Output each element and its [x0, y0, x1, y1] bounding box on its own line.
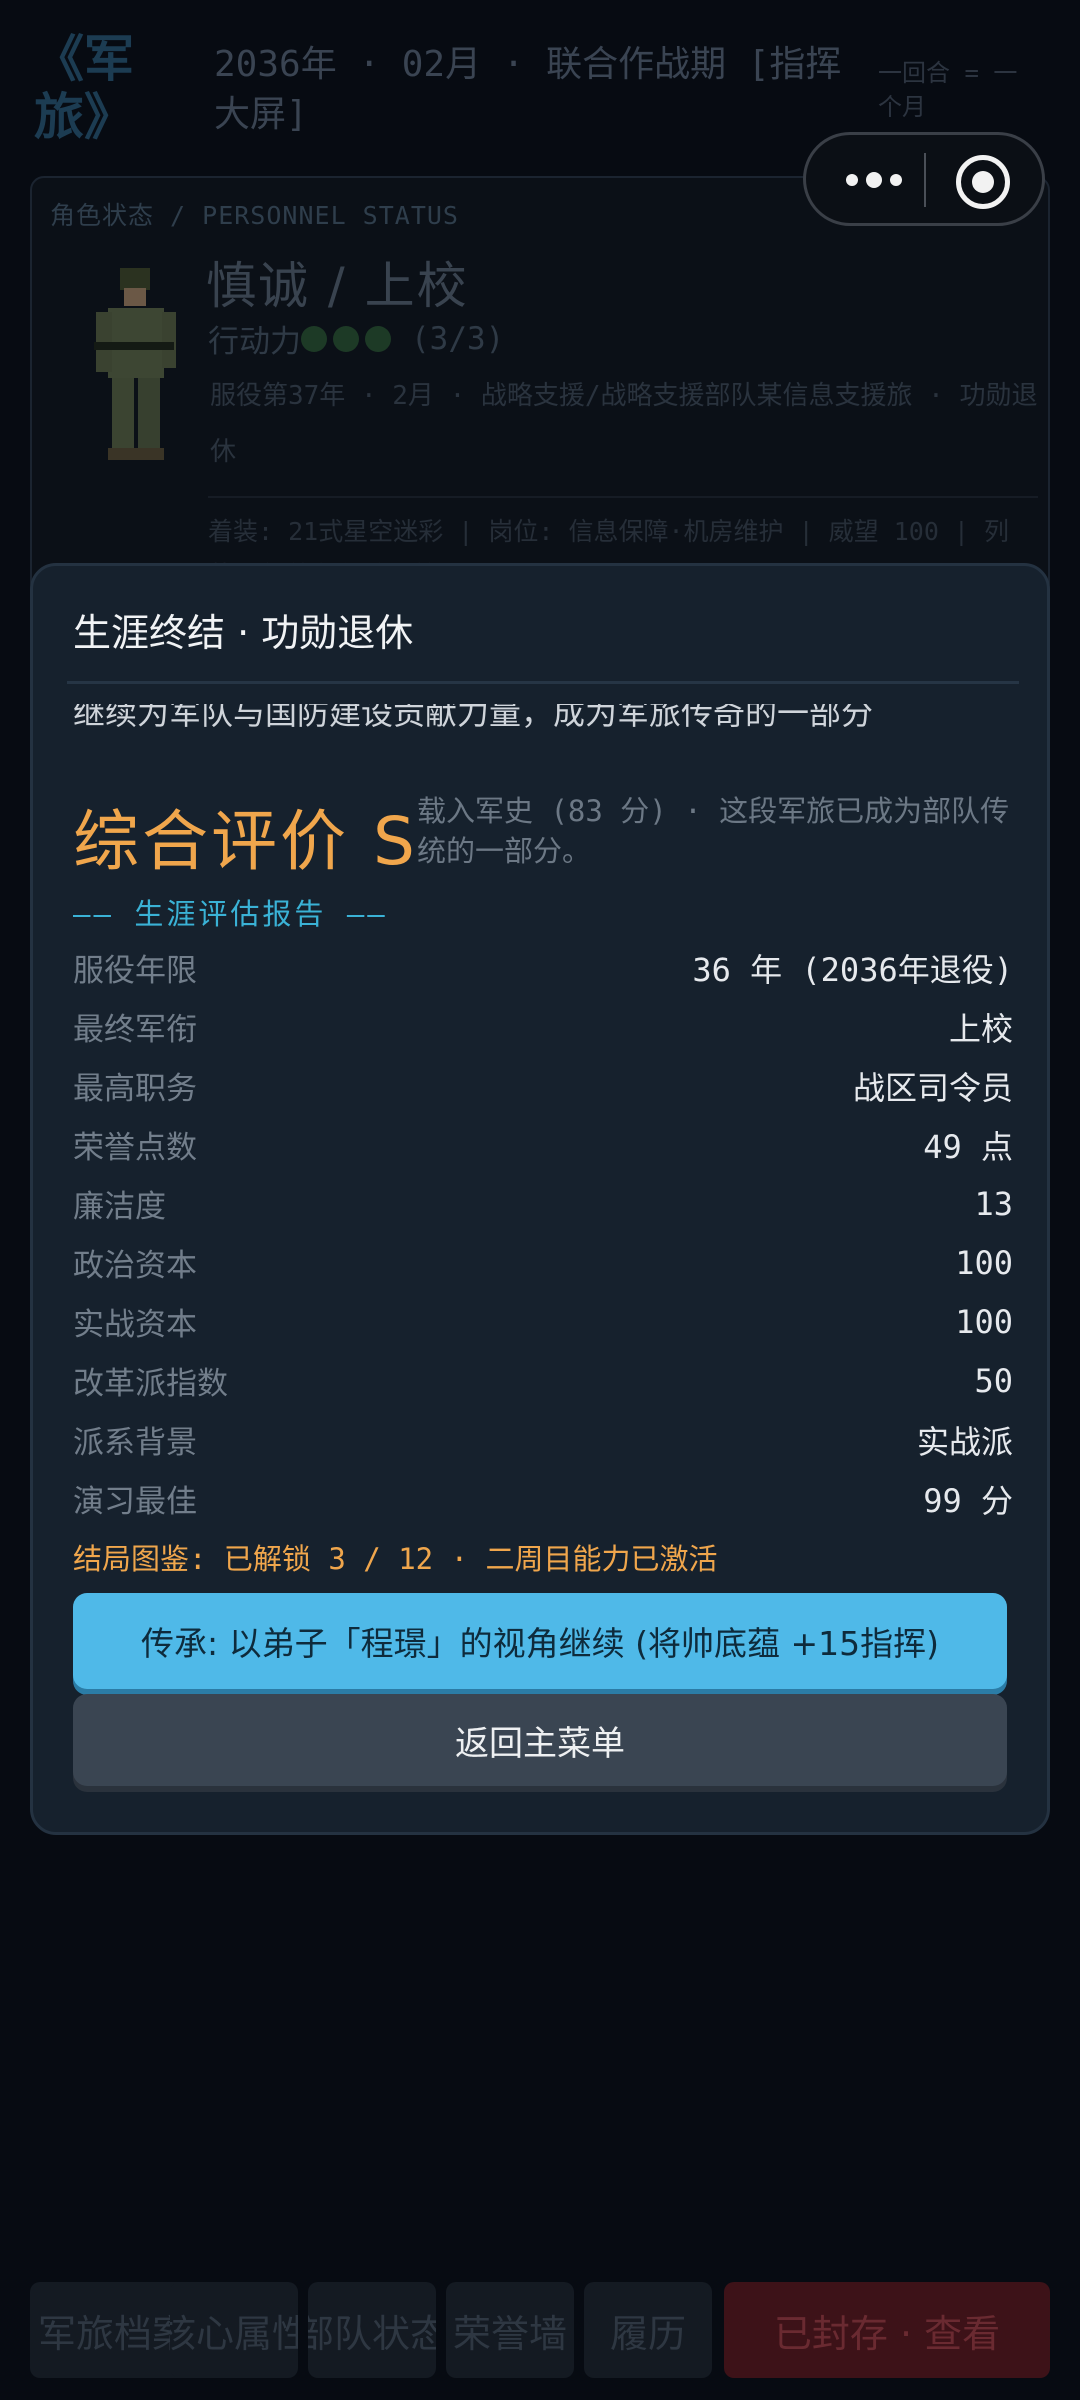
more-icon[interactable] [834, 163, 914, 197]
tab-sealed-view[interactable]: 已封存 · 查看 [724, 2282, 1050, 2378]
report-table: 服役年限 36 年 (2036年退役) 最终军衔 上校 最高职务 战区司令员 荣誉点数… [73, 938, 1013, 1528]
row-label: 派系背景 [73, 1425, 197, 1461]
action-point-icon [301, 325, 327, 352]
action-label: 行动力 [208, 324, 301, 360]
inherit-button[interactable]: 传承: 以弟子「程璟」的视角继续 (将帅底蕴 +15指挥) [73, 1593, 1007, 1689]
report-row: 荣誉点数 49 点 [73, 1115, 1013, 1174]
tab-history[interactable]: 履历 [584, 2282, 712, 2378]
row-value: 100 [955, 1243, 1013, 1282]
action-point-icon [365, 325, 391, 352]
report-row: 派系背景 实战派 [73, 1410, 1013, 1469]
report-row: 最终军衔 上校 [73, 997, 1013, 1056]
action-count: (3/3) [411, 320, 505, 357]
report-row: 演习最佳 99 分 [73, 1469, 1013, 1528]
tab-honor-wall[interactable]: 荣誉墙 [446, 2282, 574, 2378]
report-header: —— 生涯评估报告 —— [73, 897, 388, 931]
row-value: 13 [974, 1184, 1013, 1223]
row-label: 改革派指数 [73, 1366, 228, 1402]
row-value: 36 年 (2036年退役) [692, 950, 1013, 989]
close-target-icon[interactable] [956, 155, 1010, 209]
row-value: 实战派 [916, 1422, 1013, 1461]
scrolled-text: 继续为军队与国防建设贡献力量，成为军旅传奇的一部分 [73, 704, 874, 732]
service-info: 服役第37年 · 2月 · 战略支援/战略支援部队某信息支援旅 · 功勋退休 [210, 381, 1038, 467]
name-rank: 慎诚 / 上校 [206, 257, 469, 315]
action-point-icon [333, 325, 359, 352]
overall-grade: 综合评价 S [73, 803, 418, 880]
grade-description: 载入军史 (83 分) · 这段军旅已成为部队传统的一部分。 [417, 794, 1010, 868]
row-label: 实战资本 [73, 1307, 197, 1343]
main-menu-button[interactable]: 返回主菜单 [73, 1694, 1007, 1786]
soldier-portrait [94, 268, 176, 460]
round-info: 一回合 = 一个月 [878, 59, 1018, 121]
row-value: 49 点 [923, 1127, 1013, 1166]
report-row: 实战资本 100 [73, 1292, 1013, 1351]
row-value: 战区司令员 [852, 1068, 1013, 1107]
report-row: 政治资本 100 [73, 1233, 1013, 1292]
bottom-tab-bar: 军旅档案 核心属性 部队状态 荣誉墙 履历 已封存 · 查看 [30, 2282, 1050, 2378]
report-row: 廉洁度 13 [73, 1174, 1013, 1233]
endings-progress: 结局图鉴: 已解锁 3 / 12 · 二周目能力已激活 [73, 1542, 718, 1576]
row-label: 服役年限 [73, 953, 197, 989]
row-label: 演习最佳 [73, 1484, 197, 1520]
row-label: 荣誉点数 [73, 1130, 197, 1166]
action-points: 行动力 (3/3) [208, 316, 504, 361]
row-value: 100 [955, 1302, 1013, 1341]
app-logo: 《军旅》 [34, 30, 134, 146]
status-section-label: 角色状态 / PERSONNEL STATUS [50, 201, 459, 230]
report-row: 服役年限 36 年 (2036年退役) [73, 938, 1013, 997]
row-value: 上校 [948, 1009, 1013, 1048]
report-row: 最高职务 战区司令员 [73, 1056, 1013, 1115]
row-value: 50 [974, 1361, 1013, 1400]
row-label: 政治资本 [73, 1248, 197, 1284]
report-row: 改革派指数 50 [73, 1351, 1013, 1410]
row-label: 最终军衔 [73, 1012, 197, 1048]
tab-unit-status[interactable]: 部队状态 [308, 2282, 436, 2378]
row-value: 99 分 [923, 1481, 1013, 1520]
capsule-divider [924, 153, 926, 207]
modal-title: 生涯终结 · 功勋退休 [73, 611, 414, 655]
miniprogram-capsule [803, 132, 1045, 226]
tab-attributes[interactable]: 核心属性 [170, 2282, 298, 2378]
row-label: 廉洁度 [73, 1189, 166, 1225]
row-label: 最高职务 [73, 1071, 197, 1107]
status-card: 角色状态 / PERSONNEL STATUS 慎诚 / 上校 行动力 (3/3… [30, 176, 1050, 596]
divider [67, 681, 1019, 684]
header-title: 2036年 · 02月 · 联合作战期 [指挥大屏] [214, 44, 842, 135]
career-end-modal: 生涯终结 · 功勋退休 继续为军队与国防建设贡献力量，成为军旅传奇的一部分 综合… [30, 563, 1050, 1835]
